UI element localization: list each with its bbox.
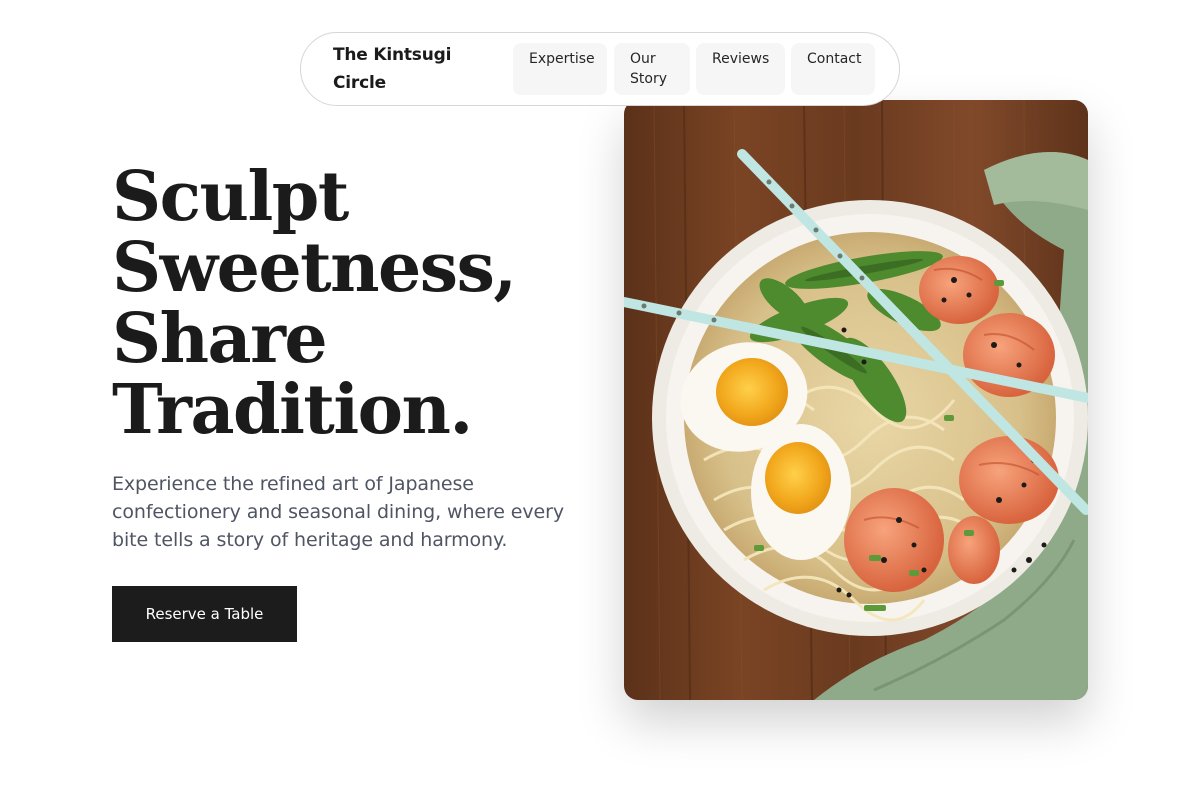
headline-line-3: Share [112, 299, 328, 379]
reserve-table-button[interactable]: Reserve a Table [112, 586, 297, 642]
nav-link-expertise[interactable]: Expertise [513, 43, 607, 95]
nav-link-contact[interactable]: Contact [791, 43, 875, 95]
headline-line-1: Sculpt [112, 157, 349, 237]
nav-link-reviews[interactable]: Reviews [696, 43, 785, 95]
headline-line-4: Tradition. [112, 370, 473, 450]
ramen-bowl-photo [624, 100, 1088, 700]
top-nav: The Kintsugi Circle Expertise Our Story … [300, 32, 900, 106]
hero-headline: Sculpt Sweetness, Share Tradition. [112, 162, 612, 446]
headline-line-2: Sweetness, [112, 228, 517, 308]
hero-description: Experience the refined art of Japanese c… [112, 473, 564, 551]
page: The Kintsugi Circle Expertise Our Story … [0, 0, 1200, 800]
nav-link-our-story[interactable]: Our Story [614, 43, 690, 95]
brand-logo-text[interactable]: The Kintsugi Circle [333, 41, 483, 97]
